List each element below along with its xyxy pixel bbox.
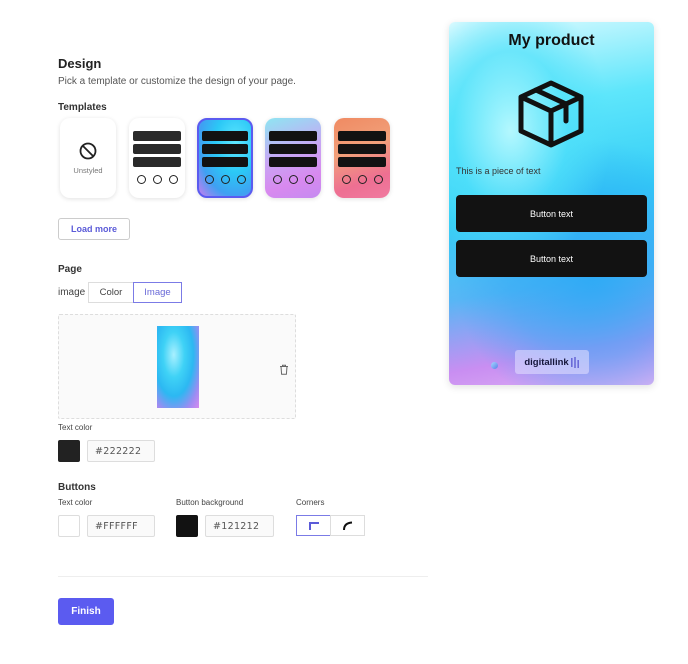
background-type-label: image (58, 287, 86, 298)
template-pastel-gradient[interactable] (265, 118, 321, 198)
buttons-heading: Buttons (58, 482, 96, 493)
template-bars (269, 131, 317, 170)
template-white[interactable] (129, 118, 185, 198)
buttons-text-color-swatch[interactable] (58, 515, 80, 537)
logo-text: digitallink (524, 356, 569, 368)
template-dots (199, 175, 251, 184)
finish-button[interactable]: Finish (58, 598, 114, 625)
rounded-corner-icon (342, 521, 352, 530)
template-bars (133, 131, 181, 170)
design-title: Design (58, 56, 102, 71)
template-blue-gradient[interactable] (197, 118, 253, 198)
buttons-text-color-input[interactable]: #FFFFFF (87, 515, 155, 537)
button-background-input[interactable]: #121212 (205, 515, 274, 537)
template-bars (338, 131, 386, 170)
background-image-thumbnail (157, 326, 199, 408)
corners-square-button[interactable] (296, 515, 331, 536)
background-color-option[interactable]: Color (88, 282, 134, 303)
page-heading: Page (58, 264, 82, 275)
template-dots (334, 175, 390, 184)
template-warm-gradient[interactable] (334, 118, 390, 198)
template-unstyled[interactable]: Unstyled (60, 118, 116, 198)
background-image-option[interactable]: Image (133, 282, 182, 303)
background-image-dropzone[interactable] (58, 314, 296, 419)
preview-button-1[interactable]: Button text (456, 195, 647, 232)
templates-heading: Templates (58, 102, 107, 113)
square-corner-icon (308, 521, 319, 530)
buttons-text-color-label: Text color (58, 498, 93, 507)
design-subtitle: Pick a template or customize the design … (58, 76, 296, 87)
load-more-button[interactable]: Load more (58, 218, 130, 240)
page-text-color-swatch[interactable] (58, 440, 80, 462)
logo-bars-icon (570, 356, 579, 368)
divider (58, 576, 428, 577)
preview-button-2[interactable]: Button text (456, 240, 647, 277)
no-style-icon (79, 142, 97, 159)
button-background-label: Button background (176, 498, 244, 507)
template-dots (129, 175, 185, 184)
corners-label: Corners (296, 498, 325, 507)
preview-title: My product (508, 32, 595, 49)
digitallink-logo[interactable]: digitallink (515, 350, 589, 374)
button-background-swatch[interactable] (176, 515, 198, 537)
template-dots (265, 175, 321, 184)
preview-text: This is a piece of text (456, 166, 541, 176)
page-preview: My product This is a piece of text Butto… (449, 22, 654, 385)
preview-avatar-dot (491, 362, 498, 369)
page-text-color-label: Text color (58, 423, 93, 432)
package-box-icon (514, 77, 588, 156)
page-text-color-input[interactable]: #222222 (87, 440, 155, 462)
trash-icon[interactable] (279, 362, 289, 380)
template-unstyled-label: Unstyled (73, 165, 103, 175)
template-bars (202, 131, 248, 170)
corners-rounded-button[interactable] (330, 515, 365, 536)
